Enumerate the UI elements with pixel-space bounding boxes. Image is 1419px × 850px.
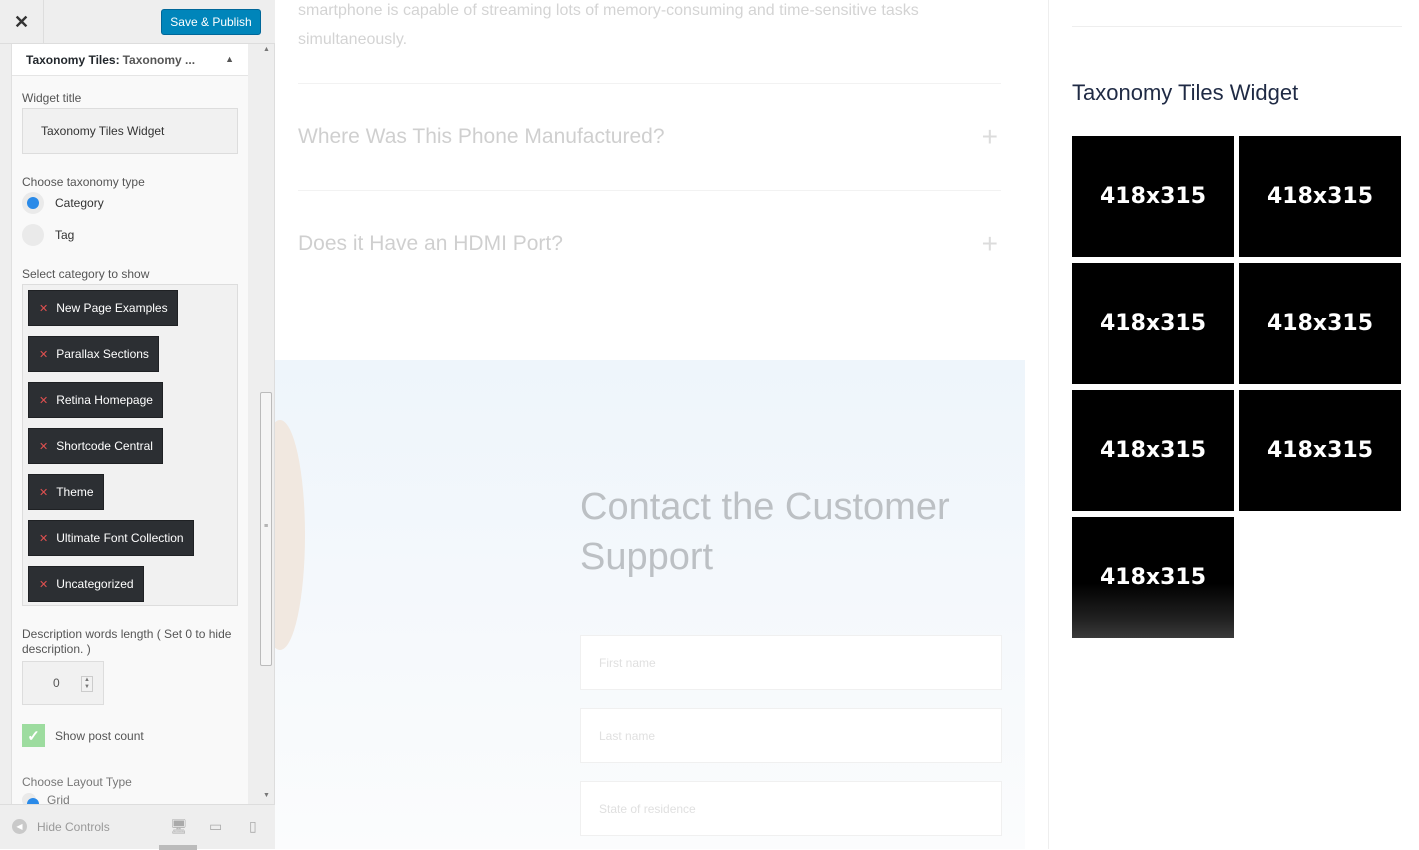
radio-button[interactable] xyxy=(22,224,44,246)
checkmark-icon[interactable]: ✓ xyxy=(22,724,45,747)
radio-category[interactable]: Category xyxy=(22,192,104,214)
scroll-down-icon[interactable]: ▼ xyxy=(263,792,270,799)
faq-question: Where Was This Phone Manufactured? xyxy=(298,125,665,148)
contact-section: Contact the Customer Support First name … xyxy=(275,360,1025,849)
desktop-preview-icon[interactable]: 🖥 xyxy=(170,818,188,835)
scroll-thumb[interactable]: ≡ xyxy=(260,392,272,666)
radio-category-label: Category xyxy=(55,196,104,210)
radio-grid-label: Grid xyxy=(47,793,70,804)
desc-length-value: 0 xyxy=(53,676,60,690)
select-category-label: Select category to show xyxy=(22,267,150,281)
taxonomy-tile[interactable]: 418x315 xyxy=(1072,517,1234,638)
radio-tag-label: Tag xyxy=(55,228,75,242)
close-icon[interactable]: ✕ xyxy=(0,0,44,44)
site-sidebar: Taxonomy Tiles Widget 418x315 418x315 41… xyxy=(1048,0,1419,849)
faq-item[interactable]: Where Was This Phone Manufactured? + xyxy=(298,83,1001,190)
customizer-panel: ✕ Save & Publish Taxonomy Tiles: Taxonom… xyxy=(0,0,275,850)
taxonomy-tile[interactable]: 418x315 xyxy=(1239,263,1401,384)
category-chip[interactable]: ✕ Retina Homepage xyxy=(28,382,163,418)
chip-label: Uncategorized xyxy=(56,577,134,591)
radio-layout-grid[interactable]: Grid xyxy=(22,793,70,804)
widget-title-label: Widget title xyxy=(22,91,82,105)
remove-icon[interactable]: ✕ xyxy=(39,532,48,545)
chip-label: Parallax Sections xyxy=(56,347,149,361)
active-device-indicator xyxy=(159,845,197,850)
radio-tag[interactable]: Tag xyxy=(22,224,74,246)
chip-label: New Page Examples xyxy=(56,301,168,315)
customizer-footer: ◀ Hide Controls 🖥 ▭ ▯ xyxy=(0,804,275,850)
save-publish-button[interactable]: Save & Publish xyxy=(161,9,261,35)
last-name-input[interactable]: Last name xyxy=(580,708,1002,763)
plus-icon[interactable]: + xyxy=(982,228,998,260)
stepper-arrows-icon[interactable]: ▲ ▼ xyxy=(81,676,93,692)
remove-icon[interactable]: ✕ xyxy=(39,440,48,453)
category-chip[interactable]: ✕ Uncategorized xyxy=(28,566,144,602)
faq-question: Does it Have an HDMI Port? xyxy=(298,232,563,255)
category-chip[interactable]: ✕ Ultimate Font Collection xyxy=(28,520,194,556)
scroll-up-icon[interactable]: ▲ xyxy=(263,46,270,53)
chip-label: Retina Homepage xyxy=(56,393,153,407)
chip-label: Ultimate Font Collection xyxy=(56,531,184,545)
taxonomy-tile[interactable]: 418x315 xyxy=(1239,136,1401,257)
widget-form: Taxonomy Tiles: Taxonomy ... ▲ Widget ti… xyxy=(11,44,248,804)
remove-icon[interactable]: ✕ xyxy=(39,348,48,361)
plus-icon[interactable]: + xyxy=(982,121,998,153)
widget-header[interactable]: Taxonomy Tiles: Taxonomy ... ▲ xyxy=(12,44,248,76)
first-name-input[interactable]: First name xyxy=(580,635,1002,690)
show-post-count-checkbox[interactable]: ✓ Show post count xyxy=(22,724,144,747)
background-image xyxy=(275,420,305,650)
chip-label: Theme xyxy=(56,485,94,499)
collapse-left-icon: ◀ xyxy=(12,819,27,834)
grip-icon: ≡ xyxy=(264,523,269,530)
intro-paragraph: smartphone is capable of streaming lots … xyxy=(298,2,919,48)
state-input[interactable]: State of residence xyxy=(580,781,1002,836)
mobile-preview-icon[interactable]: ▯ xyxy=(249,818,257,835)
desc-length-stepper[interactable]: 0 ▲ ▼ xyxy=(22,661,104,705)
tablet-preview-icon[interactable]: ▭ xyxy=(209,818,222,835)
show-post-count-label: Show post count xyxy=(55,728,144,743)
collapse-arrow-icon[interactable]: ▲ xyxy=(225,54,234,64)
hide-controls-label: Hide Controls xyxy=(37,819,110,834)
category-chip[interactable]: ✕ New Page Examples xyxy=(28,290,178,326)
category-chip[interactable]: ✕ Shortcode Central xyxy=(28,428,163,464)
radio-button-selected[interactable] xyxy=(22,192,44,214)
taxonomy-tile[interactable]: 418x315 xyxy=(1072,263,1234,384)
panel-scrollbar[interactable]: ▲ ≡ ▼ xyxy=(258,44,275,804)
taxonomy-tile[interactable]: 418x315 xyxy=(1239,390,1401,511)
desc-length-label: Description words length ( Set 0 to hide… xyxy=(22,627,232,656)
remove-icon[interactable]: ✕ xyxy=(39,394,48,407)
main-content: smartphone is capable of streaming lots … xyxy=(275,0,1025,849)
site-preview: smartphone is capable of streaming lots … xyxy=(275,0,1419,849)
taxonomy-tile[interactable]: 418x315 xyxy=(1072,390,1234,511)
remove-icon[interactable]: ✕ xyxy=(39,302,48,315)
widget-header-subtitle: Taxonomy ... xyxy=(122,52,196,67)
radio-button-selected[interactable] xyxy=(22,793,39,804)
category-chip[interactable]: ✕ Theme xyxy=(28,474,104,510)
widget-header-title: Taxonomy Tiles: xyxy=(26,52,120,67)
category-chip[interactable]: ✕ Parallax Sections xyxy=(28,336,159,372)
contact-title: Contact the Customer Support xyxy=(580,486,950,578)
faq-item[interactable]: Does it Have an HDMI Port? + xyxy=(298,190,1001,297)
layout-type-label: Choose Layout Type xyxy=(22,775,132,789)
category-multiselect[interactable]: ✕ New Page Examples ✕ Parallax Sections ✕ R… xyxy=(22,284,238,606)
sidebar-widget-title: Taxonomy Tiles Widget xyxy=(1072,80,1299,105)
remove-icon[interactable]: ✕ xyxy=(39,486,48,499)
customizer-header: ✕ Save & Publish xyxy=(0,0,275,44)
chip-label: Shortcode Central xyxy=(56,439,153,453)
remove-icon[interactable]: ✕ xyxy=(39,578,48,591)
hide-controls-button[interactable]: ◀ Hide Controls xyxy=(12,819,110,834)
taxonomy-type-label: Choose taxonomy type xyxy=(22,175,145,189)
taxonomy-tile[interactable]: 418x315 xyxy=(1072,136,1234,257)
widget-title-input[interactable]: Taxonomy Tiles Widget xyxy=(22,108,238,154)
divider xyxy=(1072,26,1402,27)
